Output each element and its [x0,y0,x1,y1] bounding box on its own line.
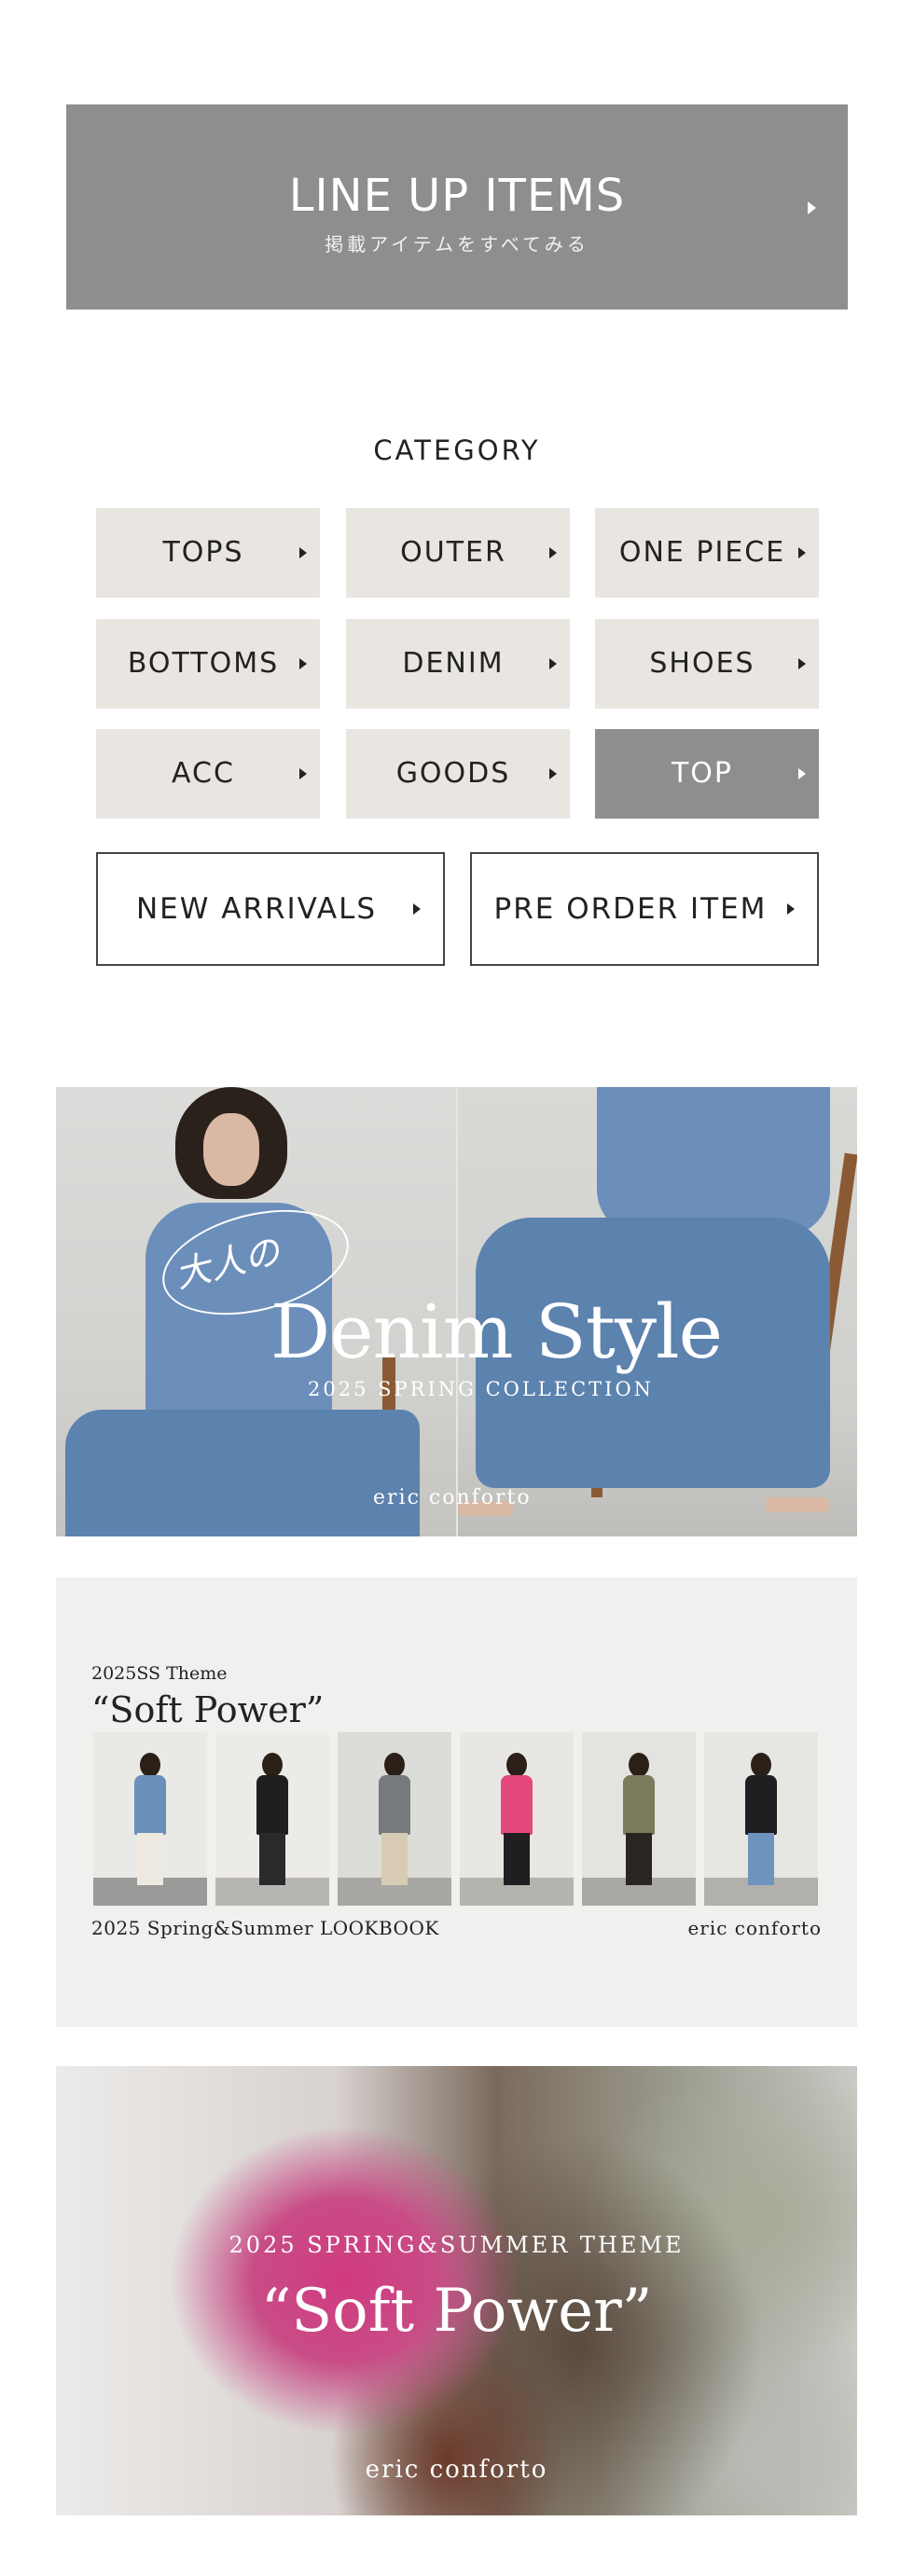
model-face [203,1113,259,1186]
lookbook-caption: 2025 Spring&Summer LOOKBOOK [91,1917,439,1939]
banner-subtitle: 2025 SPRING&SUMMER THEME [228,2232,685,2258]
play-arrow-icon [549,768,557,779]
new-arrivals-label: NEW ARRIVALS [135,892,378,926]
denim-jeans [65,1410,420,1536]
category-label: ACC [172,757,235,790]
play-arrow-icon [549,547,557,558]
lookbook-theme: 2025SS Theme [91,1663,228,1684]
category-label: SHOES [649,647,755,680]
brand-logo: eric conforto [687,1917,822,1939]
category-label: TOPS [162,536,244,569]
lookbook-photo [582,1732,696,1906]
lookbook-photo [93,1732,207,1906]
lookbook-photo [704,1732,818,1906]
category-label: ONE PIECE [618,536,786,569]
category-label: DENIM [402,647,505,680]
banner-subtitle: 2025 SPRING COLLECTION [308,1378,655,1400]
category-label: GOODS [395,757,511,790]
category-label: OUTER [400,536,506,569]
pre-order-button[interactable]: PRE ORDER ITEM [470,852,819,966]
brand-logo: eric conforto [373,1486,532,1509]
category-denim-button[interactable]: DENIM [346,619,570,709]
play-arrow-icon [808,201,816,214]
lookbook-photo [338,1732,451,1906]
denim-jacket [597,1087,830,1236]
category-bottoms-button[interactable]: BOTTOMS [96,619,320,709]
lineup-subtitle: 掲載アイテムをすべてみる [325,233,589,255]
lookbook-banner[interactable]: 2025SS Theme “Soft Power” 2025 Spring&Su… [56,1577,857,2027]
new-arrivals-button[interactable]: NEW ARRIVALS [96,852,445,966]
brand-logo: eric conforto [365,2456,548,2484]
soft-power-banner[interactable]: 2025 SPRING&SUMMER THEME “Soft Power” er… [56,2066,857,2515]
sandal [765,1497,830,1512]
category-outer-button[interactable]: OUTER [346,508,570,598]
category-one-piece-button[interactable]: ONE PIECE [595,508,819,598]
play-arrow-icon [798,658,806,669]
play-arrow-icon [798,547,806,558]
lineup-title: LINE UP ITEMS [288,170,626,222]
category-top-button[interactable]: TOP [595,729,819,819]
play-arrow-icon [299,547,307,558]
lookbook-photo [460,1732,574,1906]
play-arrow-icon [798,768,806,779]
banner-title: “Soft Power” [260,2277,653,2346]
play-arrow-icon [299,658,307,669]
play-arrow-icon [299,768,307,779]
category-label: BOTTOMS [127,647,280,680]
category-acc-button[interactable]: ACC [96,729,320,819]
category-label: TOP [671,757,734,790]
denim-style-banner[interactable]: 大人の Denim Style 2025 SPRING COLLECTION e… [56,1087,857,1536]
banner-title: Denim Style [270,1288,723,1375]
lookbook-photo [215,1732,329,1906]
lineup-items-button[interactable]: LINE UP ITEMS 掲載アイテムをすべてみる [66,104,848,310]
category-goods-button[interactable]: GOODS [346,729,570,819]
play-arrow-icon [549,658,557,669]
pre-order-label: PRE ORDER ITEM [493,892,768,926]
lookbook-title: “Soft Power” [91,1689,325,1730]
play-arrow-icon [787,903,795,915]
category-heading: CATEGORY [373,434,541,466]
play-arrow-icon [413,903,421,915]
category-tops-button[interactable]: TOPS [96,508,320,598]
category-shoes-button[interactable]: SHOES [595,619,819,709]
